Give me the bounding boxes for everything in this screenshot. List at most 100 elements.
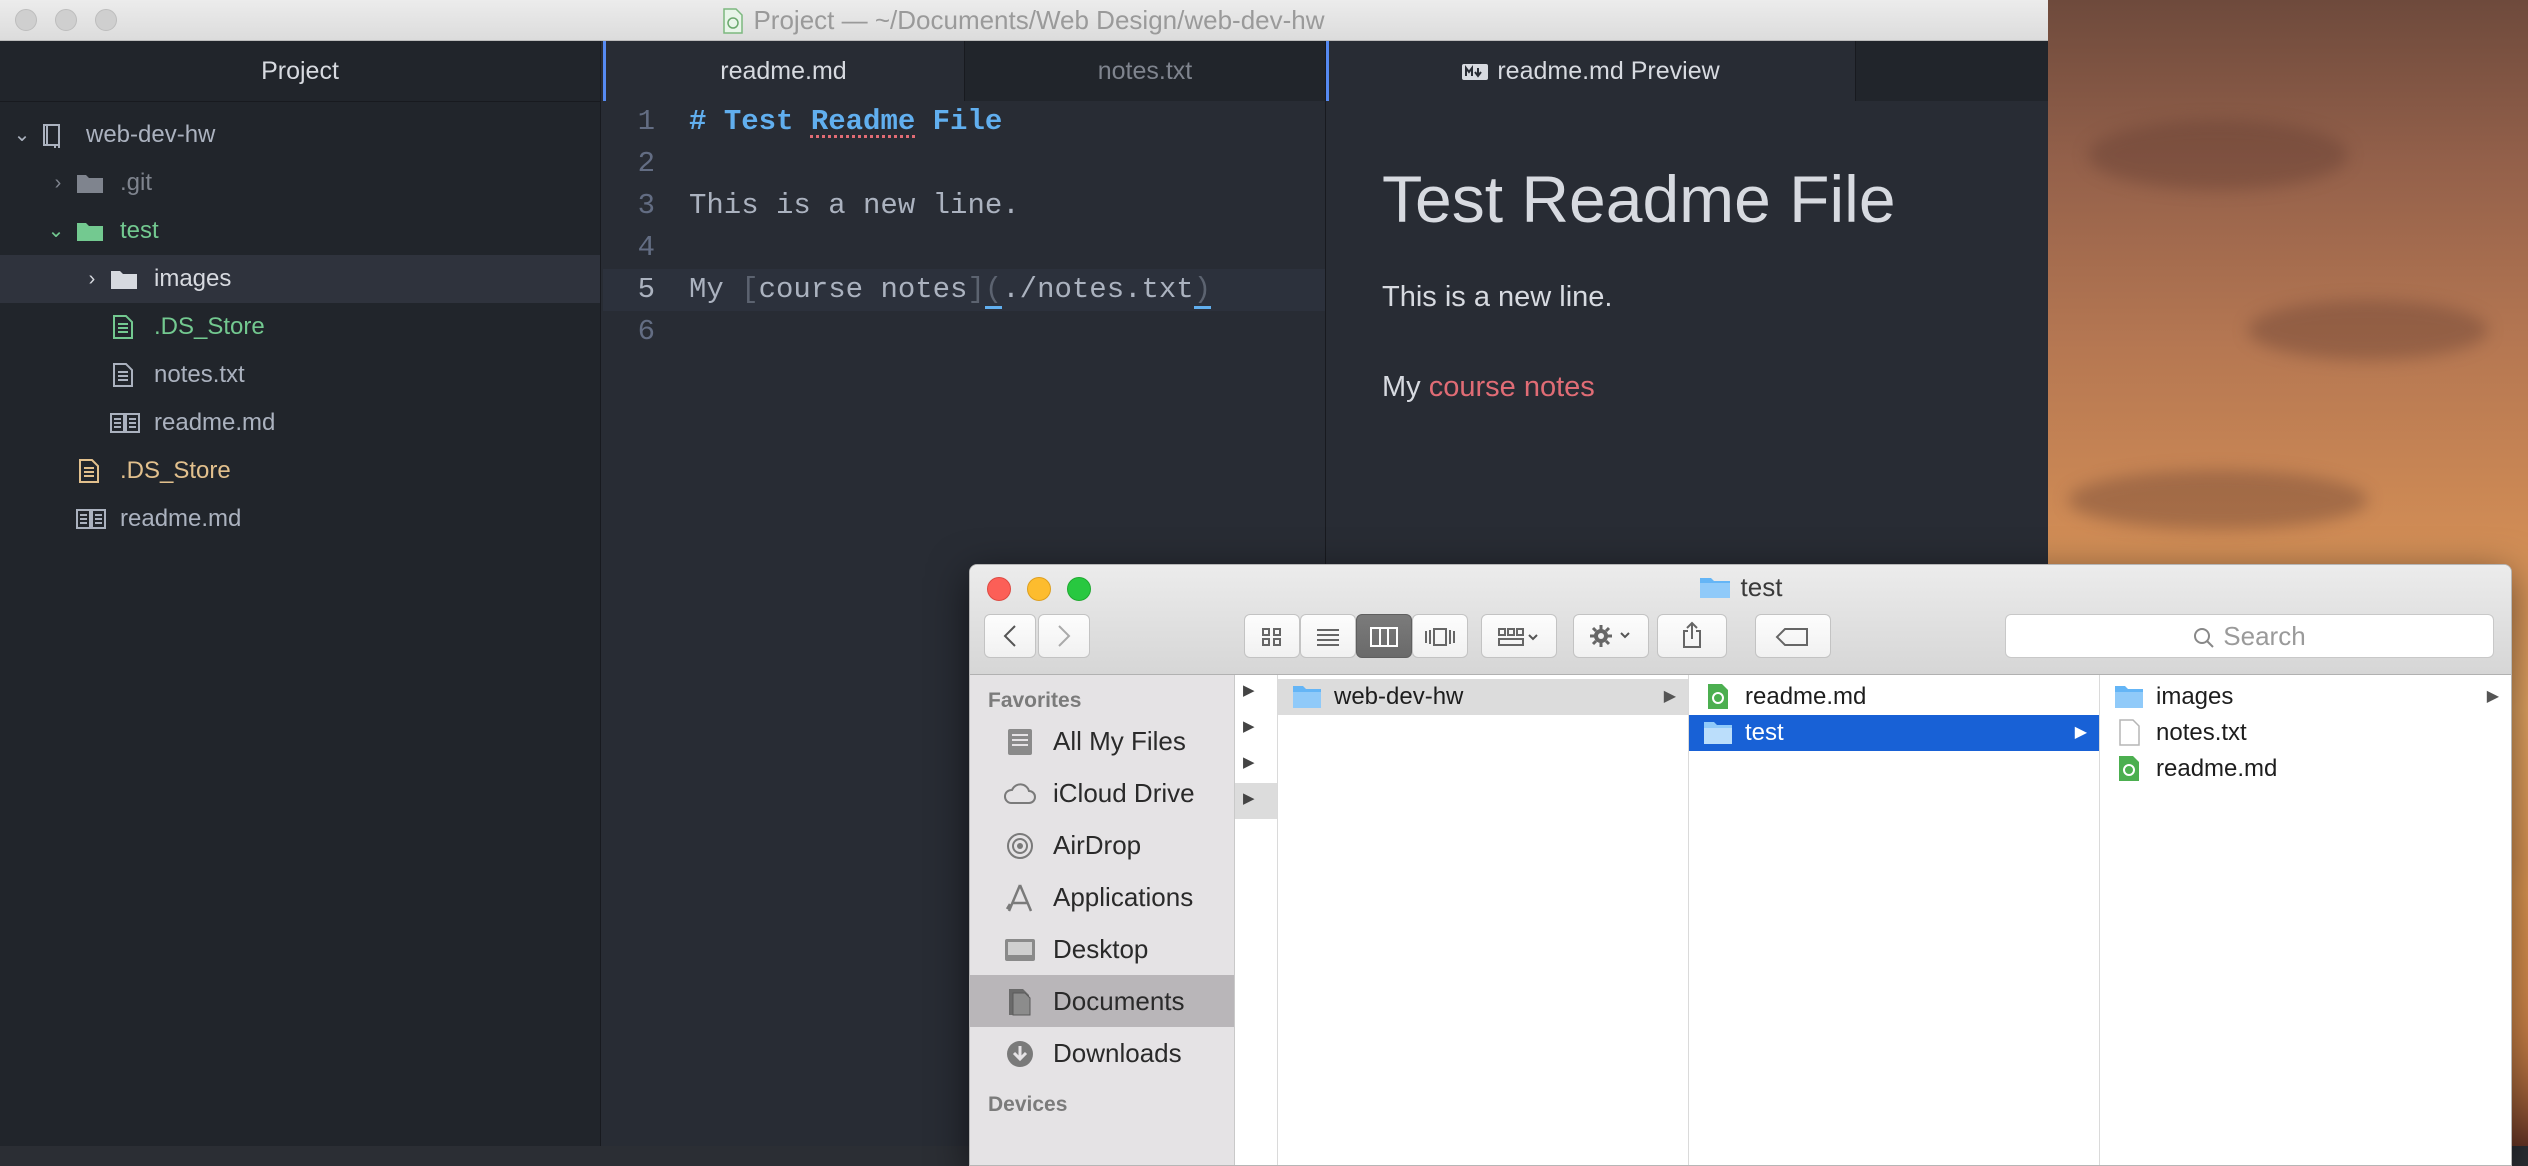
column-item-notes-txt[interactable]: notes.txt: [2100, 715, 2511, 751]
tree-view: Project ⌄ web-dev-hw › .git ⌄ test › ima…: [0, 41, 601, 1146]
code-line-1[interactable]: # Test Readme File: [689, 101, 1002, 143]
tree-item-readme-test[interactable]: readme.md: [0, 399, 600, 447]
column-item-label: notes.txt: [2156, 719, 2247, 746]
preview-link[interactable]: course notes: [1429, 371, 1595, 403]
disclosure-arrow-icon: ▶: [2486, 688, 2499, 705]
search-icon: [2194, 628, 2215, 648]
atom-document-icon: [1708, 684, 1728, 709]
forward-button[interactable]: [1038, 614, 1090, 658]
link-text: course notes: [758, 273, 968, 306]
window-title: Project — ~/Documents/Web Design/web-dev…: [0, 0, 2048, 40]
column-item-label: images: [2156, 683, 2234, 710]
line-number: 4: [637, 231, 655, 264]
tree-item-readme-root[interactable]: readme.md: [0, 495, 600, 543]
column-item-label: test: [1745, 719, 1784, 746]
sidebar-item-label: AirDrop: [1053, 830, 1142, 860]
file-text-icon: [113, 315, 133, 339]
folder-icon: [77, 175, 103, 193]
sidebar-item-desktop[interactable]: Desktop: [970, 923, 1234, 975]
tree-item-images[interactable]: › images: [0, 255, 600, 303]
sidebar-item-label: Applications: [1053, 882, 1194, 912]
tree-item-label: readme.md: [120, 505, 242, 532]
airdrop-icon: [1007, 833, 1033, 859]
sidebar-item-airdrop[interactable]: AirDrop: [970, 819, 1234, 871]
back-button[interactable]: [984, 614, 1036, 658]
atom-titlebar: Project — ~/Documents/Web Design/web-dev…: [0, 0, 2048, 41]
gear-icon: [1590, 625, 1630, 647]
sidebar-item-all-my-files[interactable]: All My Files: [970, 715, 1234, 767]
disclosure-arrow-icon[interactable]: ▶: [1243, 717, 1255, 735]
markdown-icon: [1462, 64, 1489, 80]
columns-icon: [1370, 627, 1398, 647]
paren: (: [984, 273, 1003, 309]
finder-sidebar: Favorites All My Files iCloud Drive AirD…: [970, 675, 1235, 1165]
arrange-button[interactable]: [1481, 614, 1557, 658]
view-icons-button[interactable]: [1244, 614, 1300, 658]
code-line-3[interactable]: This is a new line.: [689, 185, 1020, 227]
tree-item-test[interactable]: ⌄ test: [0, 207, 600, 255]
tree-item-git[interactable]: › .git: [0, 159, 600, 207]
code-line-5[interactable]: My [course notes](./notes.txt): [689, 269, 1212, 311]
heading-text: File: [915, 105, 1003, 138]
tree-item-notes-txt[interactable]: notes.txt: [0, 351, 600, 399]
tab-readme-md[interactable]: readme.md: [603, 41, 965, 101]
link-url: ./notes.txt: [1002, 273, 1194, 306]
tree-item-label: images: [154, 265, 232, 292]
tree-item-ds-store-test[interactable]: .DS_Store: [0, 303, 600, 351]
column-item-images[interactable]: images ▶: [2100, 679, 2511, 715]
list-icon: [1317, 629, 1339, 646]
paren: ): [1193, 273, 1212, 309]
line-number: 6: [637, 315, 655, 348]
line-number: 5: [637, 273, 655, 306]
bracket: ]: [967, 273, 985, 306]
downloads-icon: [1007, 1041, 1033, 1067]
preview-text: My: [1382, 371, 1429, 403]
tab-readme-preview[interactable]: readme.md Preview: [1326, 41, 1856, 101]
preview-heading: Test Readme File: [1382, 162, 1896, 236]
book-icon: [110, 413, 140, 433]
chevron-down-icon[interactable]: ⌄: [12, 111, 32, 159]
applications-icon: [1005, 884, 1033, 912]
sidebar-item-label: iCloud Drive: [1053, 778, 1195, 808]
view-list-button[interactable]: [1300, 614, 1356, 658]
desktop-icon: [1005, 939, 1035, 961]
tree-item-label: notes.txt: [154, 361, 245, 388]
chevron-right-icon[interactable]: ›: [82, 255, 102, 303]
tree-view-header: Project: [0, 41, 600, 102]
book-icon: [76, 509, 106, 529]
view-coverflow-button[interactable]: [1412, 614, 1468, 658]
chevron-right-icon[interactable]: ›: [48, 159, 68, 207]
disclosure-arrow-icon[interactable]: ▶: [1243, 789, 1255, 807]
finder-column-2: readme.md test ▶: [1689, 675, 2100, 1165]
tree-item-label: web-dev-hw: [86, 121, 216, 148]
sidebar-item-documents[interactable]: Documents: [970, 975, 1234, 1027]
column-item-web-dev-hw[interactable]: web-dev-hw ▶: [1278, 679, 1688, 715]
sidebar-item-applications[interactable]: Applications: [970, 871, 1234, 923]
disclosure-arrow-icon[interactable]: ▶: [1243, 681, 1255, 699]
coverflow-icon: [1425, 628, 1455, 646]
sidebar-section-devices: Devices: [988, 1093, 1068, 1116]
tree-item-web-dev-hw[interactable]: ⌄ web-dev-hw: [0, 111, 600, 159]
view-columns-button[interactable]: [1356, 614, 1412, 658]
tab-bar: readme.md notes.txt readme.md Preview: [603, 41, 2048, 102]
finder-toolbar: test Search: [970, 565, 2511, 675]
column-item-test[interactable]: test ▶: [1689, 715, 2099, 751]
sidebar-item-downloads[interactable]: Downloads: [970, 1027, 1234, 1079]
chevron-down-icon[interactable]: ⌄: [46, 207, 66, 255]
finder-title-text: test: [1740, 572, 1783, 602]
search-field[interactable]: Search: [2005, 614, 2494, 658]
finder-column-3: images ▶ notes.txt readme.md: [2100, 675, 2511, 1165]
tree-item-ds-store-root[interactable]: .DS_Store: [0, 447, 600, 495]
share-button[interactable]: [1657, 614, 1727, 658]
column-item-readme-md[interactable]: readme.md: [2100, 751, 2511, 787]
column-item-readme-md[interactable]: readme.md: [1689, 679, 2099, 715]
tab-notes-txt[interactable]: notes.txt: [965, 41, 1326, 101]
disclosure-arrow-icon[interactable]: ▶: [1243, 753, 1255, 771]
arrange-icon: [1498, 628, 1538, 646]
action-button[interactable]: [1573, 614, 1649, 658]
column-item-label: readme.md: [2156, 755, 2278, 782]
tag-button[interactable]: [1755, 614, 1831, 658]
sidebar-item-icloud-drive[interactable]: iCloud Drive: [970, 767, 1234, 819]
code-text: My: [689, 273, 742, 306]
sidebar-item-label: Desktop: [1053, 934, 1149, 964]
